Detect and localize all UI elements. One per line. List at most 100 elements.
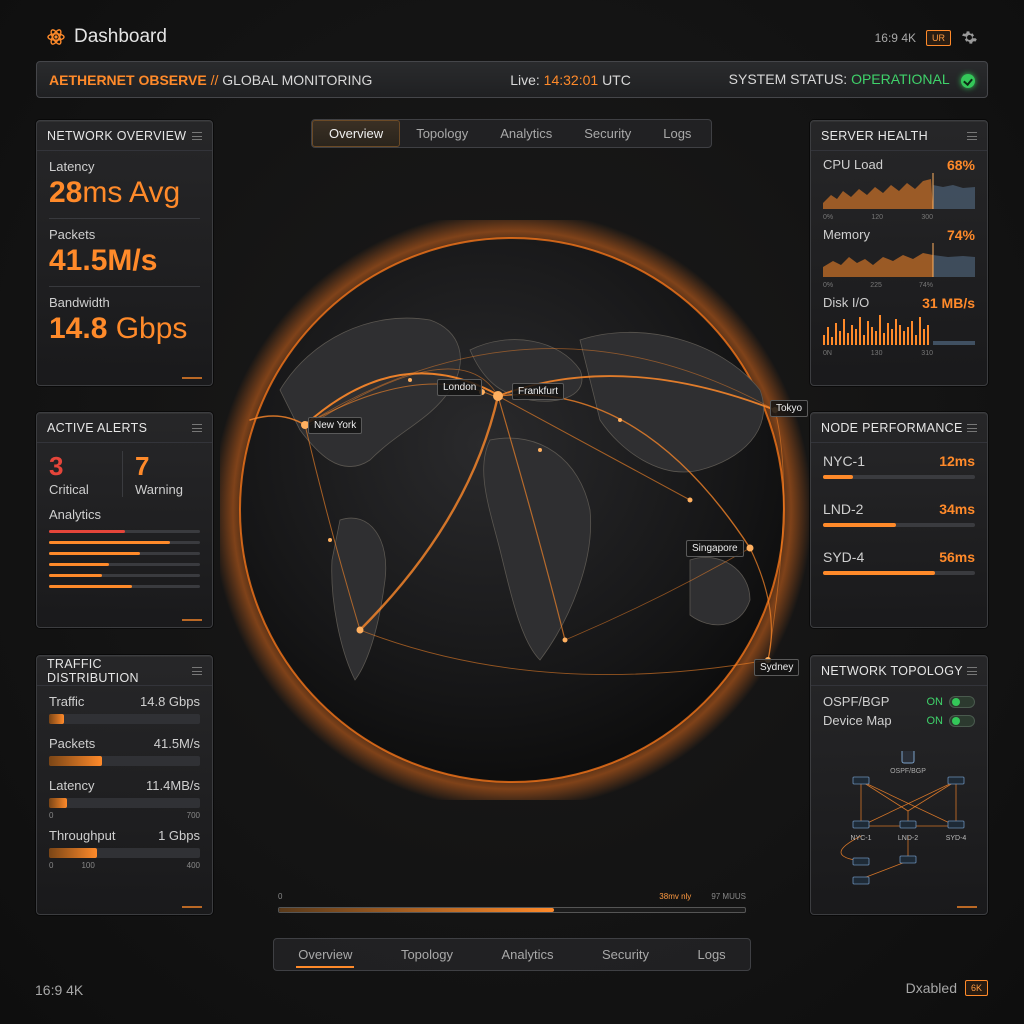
latency-number: 28 xyxy=(49,176,83,209)
live-time: 14:32:01 xyxy=(543,71,599,88)
node-rows: NYC-1 12ms LND-2 34ms SYD-4 56ms xyxy=(811,443,987,607)
critical-count-block[interactable]: 3 Critical xyxy=(49,451,123,497)
node-name: SYD-4 xyxy=(823,549,865,565)
node-row[interactable]: NYC-1 12ms xyxy=(823,453,975,479)
brand-name: AETHERNET OBSERVE xyxy=(49,71,207,88)
disk-io-bar xyxy=(915,335,917,345)
topology-node-label: SYD-4 xyxy=(946,835,967,842)
traffic-value: 11.4MB/s xyxy=(146,778,200,793)
map-label-frankfurt[interactable]: Frankfurt xyxy=(512,383,565,400)
top-tab-bar: Overview Topology Analytics Security Logs xyxy=(311,119,712,148)
menu-icon[interactable] xyxy=(967,423,977,432)
tab-topology[interactable]: Topology xyxy=(400,120,484,147)
menu-icon[interactable] xyxy=(967,666,977,675)
menu-icon[interactable] xyxy=(192,666,202,675)
menu-icon[interactable] xyxy=(192,423,202,432)
system-status-value: OPERATIONAL xyxy=(851,71,950,88)
node-bar xyxy=(823,571,975,575)
node-row[interactable]: LND-2 34ms xyxy=(823,501,975,527)
bottom-tab-bar: Overview Topology Analytics Security Logs xyxy=(273,938,751,971)
user-badge[interactable]: UR xyxy=(926,29,951,46)
tab-overview[interactable]: Overview xyxy=(282,939,368,970)
alert-bars xyxy=(49,530,200,588)
node-row[interactable]: SYD-4 56ms xyxy=(823,549,975,575)
tab-analytics[interactable]: Analytics xyxy=(485,939,569,970)
timeline-labels: 0 38mv nly 97 MUUS xyxy=(278,892,746,901)
status-bar: AETHERNET OBSERVE // GLOBAL MONITORING L… xyxy=(36,61,988,98)
disk-io-bar xyxy=(875,331,877,345)
menu-icon[interactable] xyxy=(192,131,202,140)
tab-security[interactable]: Security xyxy=(568,120,647,147)
disk-row: Disk I/O 31 MB/s xyxy=(823,295,975,311)
disk-io-bar xyxy=(903,331,905,345)
tab-security[interactable]: Security xyxy=(586,939,665,970)
panel-title: NETWORK TOPOLOGY xyxy=(821,663,963,678)
traffic-label: Packets xyxy=(49,736,96,751)
menu-icon[interactable] xyxy=(967,131,977,140)
warning-count-block[interactable]: 7 Warning xyxy=(123,451,183,497)
bandwidth-number: 14.8 xyxy=(49,312,108,345)
map-label-new-york[interactable]: New York xyxy=(308,417,363,434)
globe-map[interactable] xyxy=(220,220,810,800)
app-header: Dashboard xyxy=(46,26,167,48)
map-label-tokyo[interactable]: Tokyo xyxy=(770,400,809,417)
toggle-label: Device Map xyxy=(823,713,892,728)
disk-io-bar xyxy=(855,329,857,345)
tab-logs[interactable]: Logs xyxy=(647,120,707,147)
toggle-switch[interactable] xyxy=(949,695,975,708)
toggle-switch[interactable] xyxy=(949,714,975,727)
timeline-scrubber[interactable] xyxy=(278,907,746,913)
disk-io-bar xyxy=(827,327,829,345)
gear-icon[interactable] xyxy=(961,29,978,46)
traffic-distribution-panel: TRAFFIC DISTRIBUTION Traffic 14.8 Gbps Pac… xyxy=(36,655,213,915)
latency-unit: ms Avg xyxy=(82,176,181,209)
disk-io-bar xyxy=(835,323,837,345)
system-status-label: SYSTEM STATUS: xyxy=(728,71,848,88)
bandwidth-unit: Gbps xyxy=(107,312,188,345)
traffic-ticks: 0 700 xyxy=(49,811,200,820)
disk-io-bar xyxy=(879,315,881,345)
packets-label: Packets xyxy=(49,227,96,242)
traffic-label: Throughput xyxy=(49,828,116,843)
tab-topology[interactable]: Topology xyxy=(385,939,469,970)
memory-value: 74% xyxy=(946,227,975,243)
resolution-label: 16:9 4K xyxy=(874,30,916,45)
disk-io-bar xyxy=(927,325,929,345)
panel-header: NETWORK OVERVIEW xyxy=(37,121,212,151)
traffic-row: Packets 41.5M/s xyxy=(49,736,200,766)
tab-overview[interactable]: Overview xyxy=(312,120,401,147)
map-label-london[interactable]: London xyxy=(437,379,483,396)
disk-io-bar xyxy=(867,321,869,345)
node-latency: 12ms xyxy=(939,453,975,469)
disk-io-bar xyxy=(895,319,897,345)
disk-io-baseline xyxy=(933,341,975,345)
critical-label: Critical xyxy=(49,482,89,497)
timeline: 0 38mv nly 97 MUUS xyxy=(278,892,746,913)
traffic-ticks: 0 100 400 xyxy=(49,861,200,870)
alert-bar xyxy=(49,541,200,544)
traffic-row: Latency 11.4MB/s 0 700 xyxy=(49,778,200,820)
warning-label: Warning xyxy=(135,482,183,497)
panel-header: NODE PERFORMANCE xyxy=(811,413,987,443)
panel-title: ACTIVE ALERTS xyxy=(47,420,148,435)
disk-io-bar xyxy=(823,335,825,345)
cpu-ticks: 0% 120 300 xyxy=(823,214,933,221)
bandwidth-value: 14.8 Gbps xyxy=(49,312,200,346)
traffic-bar xyxy=(49,798,200,808)
map-label-sydney[interactable]: Sydney xyxy=(754,659,800,676)
disk-value: 31 MB/s xyxy=(922,295,975,311)
traffic-value: 1 Gbps xyxy=(158,828,200,843)
alert-bar xyxy=(49,585,200,588)
footer-badge[interactable]: 6K xyxy=(964,980,988,996)
footer-resolution: 16:9 4K xyxy=(35,982,84,998)
node-latency: 56ms xyxy=(939,549,975,565)
memory-sparkline xyxy=(823,243,975,277)
disk-io-bar xyxy=(907,327,909,345)
topology-diagram[interactable]: OSPF/BGP NYC-1 LND-2 SYD-4 xyxy=(811,751,989,901)
map-label-singapore[interactable]: Singapore xyxy=(686,540,744,557)
brand-separator: // xyxy=(210,71,219,88)
disk-io-bar xyxy=(831,337,833,345)
tab-logs[interactable]: Logs xyxy=(681,939,741,970)
tab-analytics[interactable]: Analytics xyxy=(484,120,568,147)
traffic-bar xyxy=(49,714,200,724)
